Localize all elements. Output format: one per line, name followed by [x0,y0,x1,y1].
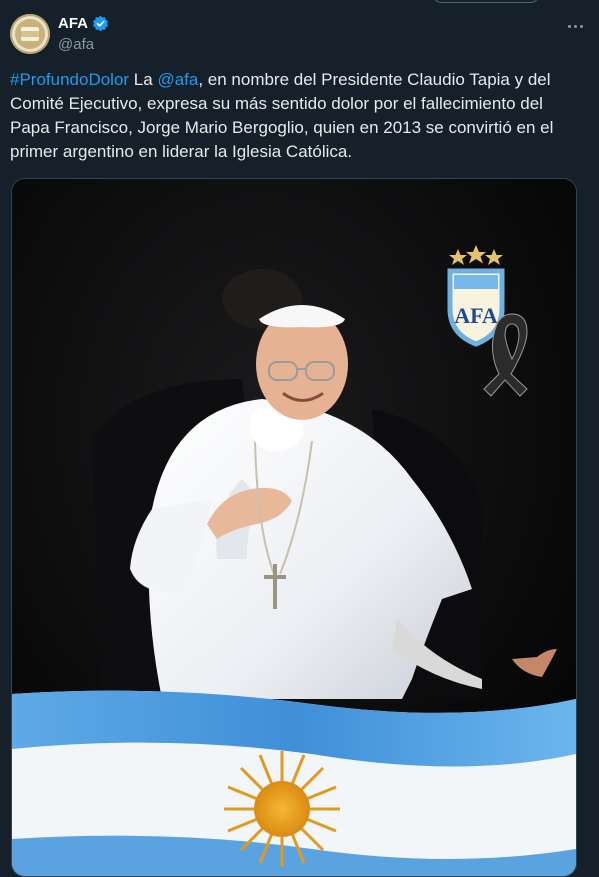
name-row: AFA [58,15,109,32]
mention-link[interactable]: @afa [157,70,198,89]
hashtag-link[interactable]: #ProfundoDolor [10,70,129,89]
tweet-text: #ProfundoDolor La @afa, en nombre del Pr… [10,68,580,164]
tweet-text-part1: La [129,70,158,89]
flag-sun [224,751,340,867]
more-options-icon[interactable] [563,16,587,36]
handle[interactable]: @afa [58,36,94,53]
pope-francis-photo: AFA [12,179,576,876]
svg-text:AFA: AFA [454,303,498,328]
afa-crest-icon [15,19,45,49]
tweet-image[interactable]: AFA [11,178,577,877]
verified-badge-icon [92,15,109,32]
follow-button-edge[interactable] [432,0,540,3]
avatar[interactable] [10,14,50,54]
display-name[interactable]: AFA [58,15,88,32]
tweet-header: AFA @afa [10,14,589,58]
